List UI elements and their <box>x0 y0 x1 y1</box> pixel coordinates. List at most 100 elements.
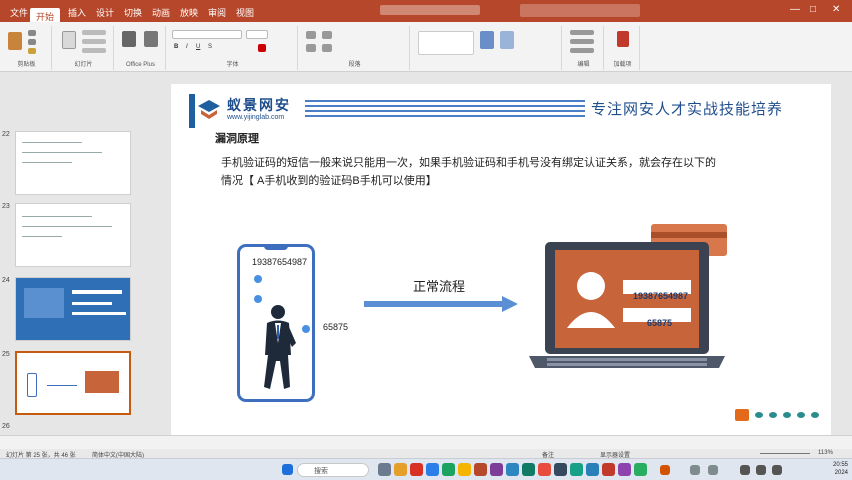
laptop-code-field: 65875 <box>647 318 673 328</box>
brand-s-icon[interactable] <box>735 409 749 421</box>
format-painter-icon[interactable] <box>28 48 36 54</box>
tool-dot-icon[interactable] <box>797 412 805 418</box>
app-icon[interactable] <box>458 463 471 476</box>
phone-notch <box>264 244 288 250</box>
logo-accent-bar <box>189 94 195 128</box>
layout-icon[interactable] <box>82 30 106 35</box>
message-dot-icon <box>254 275 262 283</box>
app-icon[interactable] <box>522 463 535 476</box>
app-icon[interactable] <box>442 463 455 476</box>
new-slide-icon[interactable] <box>62 31 76 49</box>
app-icon[interactable] <box>394 463 407 476</box>
section-icon[interactable] <box>82 48 106 53</box>
tab-design[interactable]: 设计 <box>90 4 120 18</box>
wifi-icon[interactable] <box>740 465 750 475</box>
app-icon[interactable] <box>538 463 551 476</box>
underline-icon[interactable]: U <box>196 44 200 50</box>
zoom-level[interactable]: 113% <box>818 450 833 456</box>
template-icon[interactable] <box>144 31 158 47</box>
ribbon-group-slides: 幻灯片 <box>54 26 114 70</box>
zoom-slider[interactable] <box>760 453 810 454</box>
tab-review[interactable]: 审阅 <box>202 4 232 18</box>
close-icon[interactable]: ✕ <box>832 4 840 15</box>
ribbon-group-addins: 加载项 <box>606 26 640 70</box>
app-icon[interactable] <box>506 463 519 476</box>
shapes-gallery[interactable] <box>418 31 474 55</box>
font-name-select[interactable] <box>172 30 242 39</box>
tray-icon[interactable] <box>660 465 670 475</box>
replace-icon[interactable] <box>570 39 594 44</box>
app-icon[interactable] <box>618 463 631 476</box>
thumbnail-number: 26 <box>2 423 10 430</box>
flow-label: 正常流程 <box>413 279 466 294</box>
slogan: 专注网安人才实战技能培养 <box>591 101 784 118</box>
addins-icon[interactable] <box>617 31 629 47</box>
find-icon[interactable] <box>570 30 594 35</box>
reset-icon[interactable] <box>82 39 106 44</box>
battery-icon[interactable] <box>772 465 782 475</box>
app-icon[interactable] <box>634 463 647 476</box>
tab-animations[interactable]: 动画 <box>146 4 176 18</box>
brand-name: 蚁景网安 <box>227 97 291 113</box>
italic-icon[interactable]: I <box>186 44 188 50</box>
tool-dot-icon[interactable] <box>783 412 791 418</box>
officeplus-icon[interactable] <box>122 31 136 47</box>
phone-number-text: 19387654987 <box>252 257 308 267</box>
taskbar-search[interactable]: 搜索 <box>297 463 369 477</box>
tray-icon[interactable] <box>708 465 718 475</box>
app-icon[interactable] <box>426 463 439 476</box>
taskbar-clock[interactable]: 20:55 2024 <box>818 461 848 477</box>
slide-thumbnail[interactable] <box>15 131 131 195</box>
tab-slideshow[interactable]: 放映 <box>174 4 204 18</box>
tool-dot-icon[interactable] <box>811 412 819 418</box>
align-center-icon[interactable] <box>322 44 332 52</box>
tab-transitions[interactable]: 切换 <box>118 4 148 18</box>
tab-insert[interactable]: 插入 <box>62 4 92 18</box>
powerpoint-window: 文件 开始 插入 设计 切换 动画 放映 审阅 视图 — □ ✕ 剪贴板 幻灯片 <box>0 0 852 480</box>
powerpoint-taskbar-icon[interactable] <box>474 463 487 476</box>
slide-canvas[interactable]: 蚁景网安 www.yijinglab.com 专注网安人才实战技能培养 漏洞原理… <box>171 84 831 435</box>
cut-icon[interactable] <box>28 30 36 36</box>
tray-icon[interactable] <box>690 465 700 475</box>
brand-url: www.yijinglab.com <box>227 114 285 121</box>
tool-dot-icon[interactable] <box>769 412 777 418</box>
numbering-icon[interactable] <box>322 31 332 39</box>
volume-icon[interactable] <box>756 465 766 475</box>
app-icon[interactable] <box>410 463 423 476</box>
select-icon[interactable] <box>570 48 594 53</box>
app-icon[interactable] <box>570 463 583 476</box>
slide-thumbnail-pane: 22 23 24 25 26 <box>0 73 140 435</box>
tab-view[interactable]: 视图 <box>230 4 260 18</box>
slide-thumbnail-selected[interactable] <box>15 351 131 415</box>
bold-icon[interactable]: B <box>174 44 178 50</box>
app-icon[interactable] <box>378 463 391 476</box>
paste-icon[interactable] <box>8 32 22 50</box>
group-label-slides: 幻灯片 <box>74 62 93 68</box>
taskbar-search-placeholder: 搜索 <box>314 468 328 475</box>
title-search-box[interactable] <box>520 4 640 17</box>
font-color-icon[interactable] <box>258 44 266 52</box>
copy-icon[interactable] <box>28 39 36 45</box>
tool-dot-icon[interactable] <box>755 412 763 418</box>
slide-thumbnail[interactable] <box>15 203 131 267</box>
app-icon[interactable] <box>586 463 599 476</box>
font-size-select[interactable] <box>246 30 268 39</box>
tab-home[interactable]: 开始 <box>30 8 61 22</box>
quick-styles-icon[interactable] <box>500 31 514 49</box>
notes-area[interactable] <box>0 435 852 449</box>
minimize-icon[interactable]: — <box>790 4 800 15</box>
maximize-icon[interactable]: □ <box>810 4 816 15</box>
strikethrough-icon[interactable]: S <box>208 44 212 50</box>
section-title: 漏洞原理 <box>215 133 259 145</box>
bullets-icon[interactable] <box>306 31 316 39</box>
start-icon[interactable] <box>282 464 293 475</box>
app-icon[interactable] <box>602 463 615 476</box>
ribbon-group-editing: 编辑 <box>564 26 604 70</box>
arrange-icon[interactable] <box>480 31 494 49</box>
slide-thumbnail[interactable] <box>15 277 131 341</box>
group-label-editing: 编辑 <box>577 62 590 68</box>
app-icon[interactable] <box>490 463 503 476</box>
align-left-icon[interactable] <box>306 44 316 52</box>
app-icon[interactable] <box>554 463 567 476</box>
message-dot-icon <box>254 295 262 303</box>
